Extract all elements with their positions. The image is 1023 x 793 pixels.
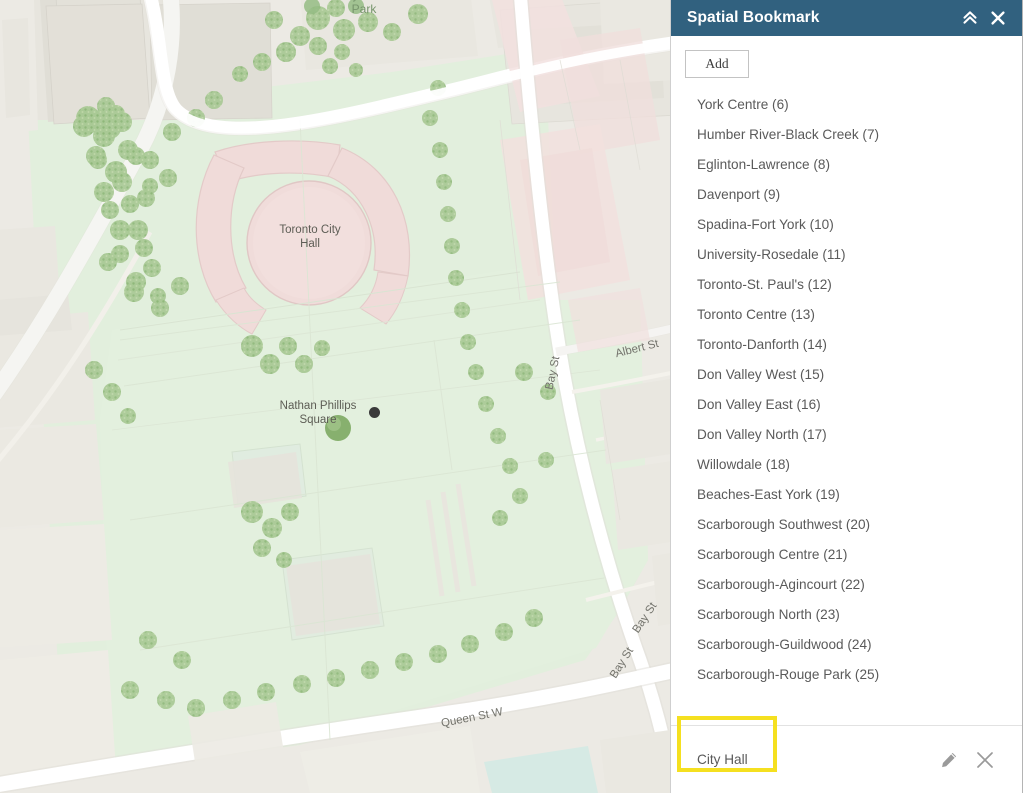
pencil-icon bbox=[942, 752, 957, 767]
bookmark-list-item[interactable]: Don Valley North (17) bbox=[671, 420, 1022, 450]
edit-bookmark-button[interactable] bbox=[934, 745, 964, 775]
double-chevron-up-icon bbox=[963, 11, 977, 24]
bookmark-list-item[interactable]: Scarborough Southwest (20) bbox=[671, 510, 1022, 540]
panel-title: Spatial Bookmark bbox=[687, 9, 820, 26]
map-graphics bbox=[0, 0, 670, 793]
bookmark-list-item[interactable]: Scarborough Centre (21) bbox=[671, 540, 1022, 570]
bookmark-list-item[interactable]: Scarborough-Guildwood (24) bbox=[671, 630, 1022, 660]
collapse-button[interactable] bbox=[956, 4, 984, 32]
add-bookmark-button[interactable]: Add bbox=[685, 50, 749, 78]
bookmark-list-item[interactable]: Humber River-Black Creek (7) bbox=[671, 120, 1022, 150]
close-icon bbox=[991, 11, 1005, 25]
panel-body: Add York Centre (6) Humber River-Black Cr… bbox=[671, 36, 1022, 725]
bookmark-list-item[interactable]: Scarborough-Rouge Park (25) bbox=[671, 660, 1022, 690]
bookmark-point-marker[interactable] bbox=[369, 407, 380, 418]
bookmark-list-item[interactable]: Scarborough-Agincourt (22) bbox=[671, 570, 1022, 600]
bookmark-list[interactable]: York Centre (6) Humber River-Black Creek … bbox=[671, 84, 1022, 690]
close-button[interactable] bbox=[984, 4, 1012, 32]
selected-bookmark-row: City Hall bbox=[671, 725, 1022, 793]
bookmark-list-item[interactable]: Davenport (9) bbox=[671, 180, 1022, 210]
app-root: Larry Sefton ParkToronto City HallNathan… bbox=[0, 0, 1023, 793]
bookmark-list-item[interactable]: Toronto-St. Paul's (12) bbox=[671, 270, 1022, 300]
spatial-bookmark-panel: Spatial Bookmark Add York Centre (6) Humb… bbox=[670, 0, 1023, 793]
selected-bookmark-name[interactable]: City Hall bbox=[697, 752, 928, 767]
bookmark-list-item[interactable]: Scarborough North (23) bbox=[671, 600, 1022, 630]
bookmark-list-item[interactable]: Toronto Centre (13) bbox=[671, 300, 1022, 330]
bookmark-list-item[interactable]: Don Valley West (15) bbox=[671, 360, 1022, 390]
bookmark-list-item[interactable]: York Centre (6) bbox=[671, 90, 1022, 120]
bookmark-list-item[interactable]: Toronto-Danforth (14) bbox=[671, 330, 1022, 360]
panel-header: Spatial Bookmark bbox=[671, 0, 1022, 36]
close-icon bbox=[977, 751, 993, 768]
bookmark-list-item[interactable]: Beaches-East York (19) bbox=[671, 480, 1022, 510]
map-canvas[interactable]: Larry Sefton ParkToronto City HallNathan… bbox=[0, 0, 670, 793]
bookmark-list-item[interactable]: University-Rosedale (11) bbox=[671, 240, 1022, 270]
remove-bookmark-button[interactable] bbox=[970, 745, 1000, 775]
bookmark-list-item[interactable]: Willowdale (18) bbox=[671, 450, 1022, 480]
bookmark-list-item[interactable]: Eglinton-Lawrence (8) bbox=[671, 150, 1022, 180]
add-row: Add bbox=[671, 36, 1022, 84]
bookmark-list-item[interactable]: Spadina-Fort York (10) bbox=[671, 210, 1022, 240]
bookmark-list-item[interactable]: Don Valley East (16) bbox=[671, 390, 1022, 420]
